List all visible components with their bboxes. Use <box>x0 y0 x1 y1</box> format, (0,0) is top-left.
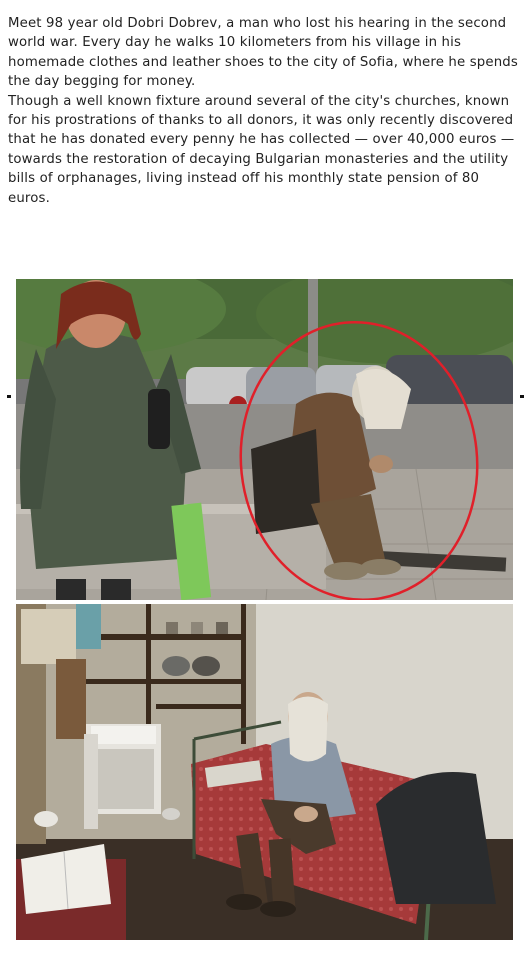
caption-paragraph-2: Though a well known fixture around sever… <box>8 93 515 206</box>
right-edge-mark <box>520 395 524 398</box>
room-photo <box>16 604 513 940</box>
room-photo-illustration <box>16 604 513 940</box>
wash-basin <box>84 724 161 829</box>
story-caption: Meet 98 year old Dobri Dobrev, a man who… <box>8 14 523 208</box>
left-edge-mark <box>7 395 11 398</box>
caption-paragraph-1: Meet 98 year old Dobri Dobrev, a man who… <box>8 16 518 90</box>
street-photo-illustration <box>16 279 513 600</box>
street-photo <box>16 279 513 600</box>
